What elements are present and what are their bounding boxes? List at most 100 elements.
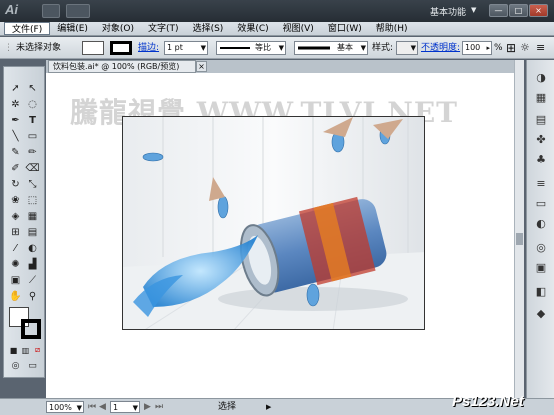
selection-status: 未选择对象 (16, 43, 62, 53)
color-guide-icon[interactable]: ▦ (532, 90, 550, 105)
zoom-dropdown[interactable]: 100% ▼ (46, 401, 84, 413)
type-tool-icon[interactable]: T (25, 113, 40, 127)
stroke-link[interactable]: 描边: (138, 41, 159, 55)
menu-edit[interactable]: 编辑(E) (50, 22, 95, 35)
profile-line-icon (220, 47, 250, 49)
panel-menu-icon[interactable]: ≡ (536, 41, 545, 55)
percent-sign: % (494, 43, 503, 53)
menu-view[interactable]: 视图(V) (276, 22, 321, 35)
chevron-down-icon: ▼ (410, 44, 416, 52)
chevron-down-icon: ▼ (76, 404, 82, 412)
variable-width-profile[interactable]: 等比 ▼ (216, 41, 286, 55)
none-icon[interactable]: ⧄ (30, 343, 45, 357)
artboard-number-input[interactable]: 1 ▼ (110, 401, 140, 413)
line-tool-icon[interactable]: ╲ (8, 129, 23, 143)
previous-artboard-icon[interactable]: ◀ (99, 400, 106, 414)
chevron-down-icon: ▼ (132, 404, 138, 412)
align-icon[interactable]: ⊞ (506, 41, 516, 55)
brushes-panel-icon[interactable]: ✤ (532, 132, 550, 147)
color-panel-icon[interactable]: ◑ (532, 70, 550, 85)
opacity-input[interactable]: 100 ▸ (462, 41, 492, 55)
app-logo: Ai (5, 2, 18, 17)
brush-definition[interactable]: 基本 ▼ (294, 41, 368, 55)
graphic-style-dropdown[interactable]: ▼ (396, 41, 418, 55)
scrollbar-thumb[interactable] (516, 233, 523, 245)
symbol-sprayer-tool-icon[interactable]: ✺ (8, 257, 23, 271)
menu-type[interactable]: 文字(T) (141, 22, 186, 35)
stroke-color-box[interactable] (21, 319, 41, 339)
blend-tool-icon[interactable]: ◐ (25, 241, 40, 255)
gradient-panel-icon[interactable]: ▭ (532, 196, 550, 211)
hand-tool-icon[interactable]: ✋ (8, 289, 23, 303)
warp-tool-icon[interactable]: ❀ (8, 193, 23, 207)
stroke-swatch[interactable] (110, 41, 132, 55)
minimize-button[interactable]: — (489, 4, 508, 17)
artboards-panel-icon[interactable]: ◆ (532, 306, 550, 321)
bridge-icon[interactable] (42, 4, 60, 18)
profile-label: 等比 (255, 43, 271, 52)
menu-object[interactable]: 对象(O) (95, 22, 141, 35)
grip-icon[interactable]: ⋮ (4, 41, 13, 55)
canvas-area[interactable]: 騰龍視覺 WWW.TLVI.NET (46, 73, 514, 398)
arrange-documents-icon[interactable] (66, 4, 90, 18)
chevron-down-icon: ▼ (200, 44, 206, 52)
menu-bar: 文件(F) 编辑(E) 对象(O) 文字(T) 选择(S) 效果(C) 视图(V… (0, 22, 554, 36)
options-icon[interactable]: ☼ (520, 41, 530, 55)
artboard-tool-icon[interactable]: ▣ (8, 273, 23, 287)
graphic-styles-panel-icon[interactable]: ▣ (532, 260, 550, 275)
graph-tool-icon[interactable]: ▟ (25, 257, 40, 271)
transparency-panel-icon[interactable]: ◐ (532, 216, 550, 231)
mesh-tool-icon[interactable]: ⊞ (8, 225, 23, 239)
magic-wand-tool-icon[interactable]: ✲ (8, 97, 23, 111)
selection-tool-icon[interactable]: ➚ (8, 81, 23, 95)
stroke-weight-dropdown[interactable]: 1 pt ▼ (164, 41, 208, 55)
menu-help[interactable]: 帮助(H) (369, 22, 415, 35)
last-artboard-icon[interactable]: ⏭ (155, 400, 163, 414)
swatches-panel-icon[interactable]: ▤ (532, 112, 550, 127)
symbols-panel-icon[interactable]: ♣ (532, 152, 550, 167)
first-artboard-icon[interactable]: ⏮ (88, 400, 96, 414)
fill-swatch[interactable] (82, 41, 104, 55)
lasso-tool-icon[interactable]: ◌ (25, 97, 40, 111)
paintbrush-tool-icon[interactable]: ✎ (8, 145, 23, 159)
stroke-panel-icon[interactable]: ≡ (532, 176, 550, 191)
menu-window[interactable]: 窗口(W) (321, 22, 369, 35)
chevron-down-icon[interactable]: ▼ (471, 6, 476, 14)
zoom-tool-icon[interactable]: ⚲ (25, 289, 40, 303)
close-tab-icon[interactable]: × (196, 61, 207, 72)
layers-panel-icon[interactable]: ◧ (532, 284, 550, 299)
zoom-value: 100% (49, 403, 72, 412)
free-transform-tool-icon[interactable]: ⬚ (25, 193, 40, 207)
artboard[interactable] (122, 116, 425, 330)
status-menu-icon[interactable]: ▶ (266, 400, 271, 414)
vertical-scrollbar[interactable] (514, 60, 524, 398)
perspective-grid-tool-icon[interactable]: ▦ (25, 209, 40, 223)
shape-builder-tool-icon[interactable]: ◈ (8, 209, 23, 223)
eyedropper-tool-icon[interactable]: ⁄ (8, 241, 23, 255)
menu-effect[interactable]: 效果(C) (230, 22, 275, 35)
appearance-panel-icon[interactable]: ◎ (532, 240, 550, 255)
eraser-tool-icon[interactable]: ⌫ (25, 161, 40, 175)
menu-select[interactable]: 选择(S) (186, 22, 231, 35)
menu-file[interactable]: 文件(F) (4, 22, 51, 35)
next-artboard-icon[interactable]: ▶ (144, 400, 151, 414)
maximize-button[interactable]: □ (509, 4, 528, 17)
direct-selection-tool-icon[interactable]: ↖ (25, 81, 40, 95)
opacity-link[interactable]: 不透明度: (421, 41, 460, 55)
draw-mode-icon[interactable]: ◎ (8, 359, 23, 373)
pen-tool-icon[interactable]: ✒ (8, 113, 23, 127)
brush-line-icon (298, 46, 330, 50)
slice-tool-icon[interactable]: ⟋ (25, 273, 40, 287)
beverage-can-illustration (123, 117, 424, 329)
pencil-tool-icon[interactable]: ✏ (25, 145, 40, 159)
rotate-tool-icon[interactable]: ↻ (8, 177, 23, 191)
screen-mode-icon[interactable]: ▭ (25, 359, 40, 373)
rectangle-tool-icon[interactable]: ▭ (25, 129, 40, 143)
workspace-switcher[interactable]: 基本功能 (430, 5, 466, 18)
blob-brush-tool-icon[interactable]: ✐ (8, 161, 23, 175)
gradient-tool-icon[interactable]: ▤ (25, 225, 40, 239)
scale-tool-icon[interactable]: ⤡ (25, 177, 40, 191)
close-window-button[interactable]: × (529, 4, 548, 17)
document-tab[interactable]: 饮料包装.ai* @ 100% (RGB/预览) (48, 60, 196, 73)
site-watermark: Ps123.Net (452, 393, 524, 410)
